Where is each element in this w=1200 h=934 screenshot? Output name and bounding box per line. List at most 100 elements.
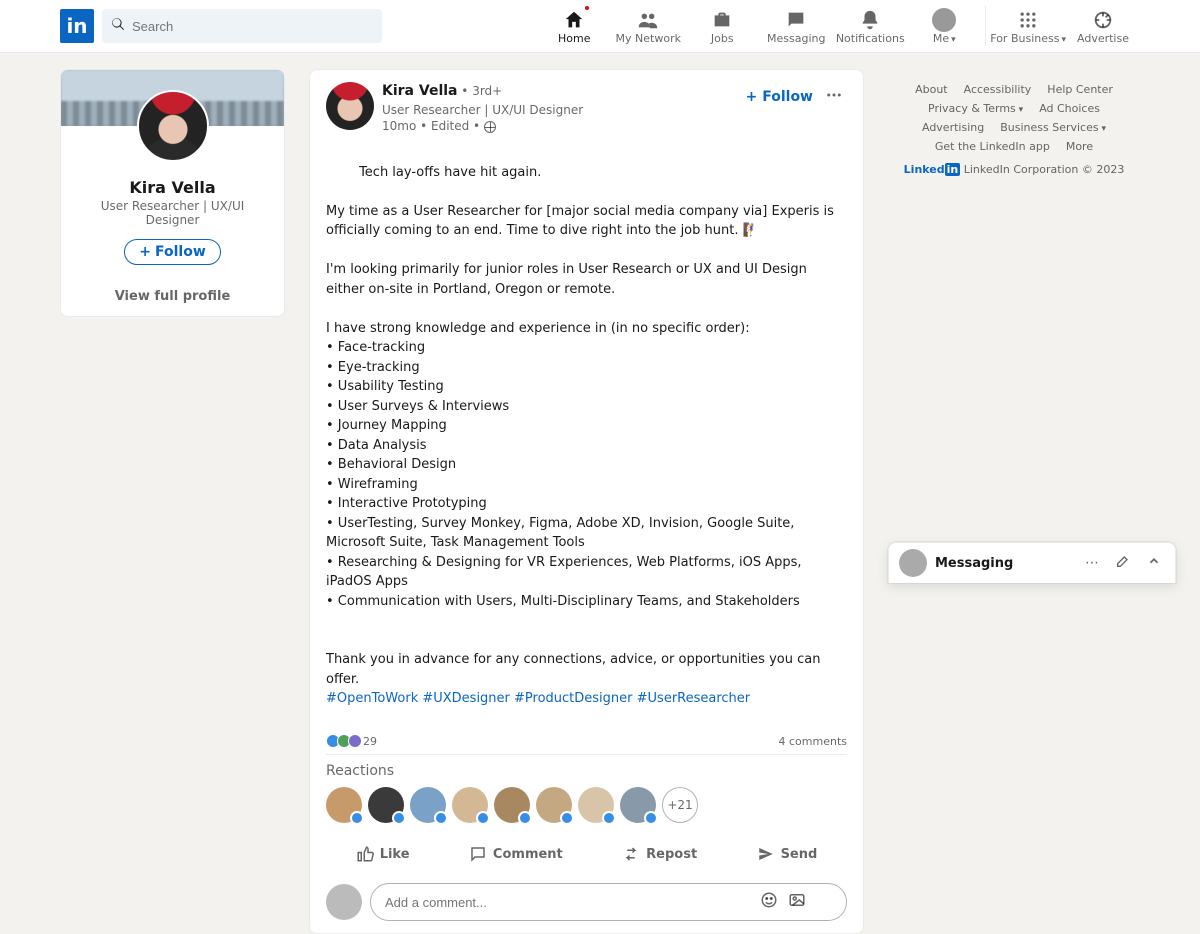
footer-business-services[interactable]: Business Services <box>1000 121 1106 134</box>
me-comment-avatar <box>326 884 362 920</box>
search-icon <box>110 16 132 36</box>
nav-home[interactable]: Home <box>537 0 611 52</box>
search-input[interactable] <box>132 19 374 34</box>
repost-icon <box>622 845 640 863</box>
messaging-bar[interactable]: Messaging ⋯ <box>888 542 1176 583</box>
footer-advertising[interactable]: Advertising <box>922 121 984 134</box>
reactor-avatar[interactable] <box>410 787 446 823</box>
footer-get-app[interactable]: Get the LinkedIn app <box>935 140 1050 153</box>
comment-button[interactable]: Comment <box>459 837 573 871</box>
reactor-avatar[interactable] <box>368 787 404 823</box>
nav-divider <box>985 6 986 46</box>
reaction-badge-icon <box>392 811 406 825</box>
emoji-icon[interactable] <box>760 891 778 913</box>
reaction-badge-icon <box>350 811 364 825</box>
reactor-avatar[interactable] <box>578 787 614 823</box>
reaction-badge-icon <box>560 811 574 825</box>
profile-name[interactable]: Kira Vella <box>73 178 272 197</box>
nav-me-label: Me <box>933 32 956 45</box>
nav-messaging[interactable]: Messaging <box>759 0 833 52</box>
comment-input[interactable] <box>385 895 760 910</box>
nav-notifications-label: Notifications <box>836 32 905 45</box>
briefcase-icon <box>710 8 734 32</box>
reaction-count: 29 <box>363 735 377 748</box>
reaction-badge-icon <box>602 811 616 825</box>
footer-help[interactable]: Help Center <box>1047 83 1113 96</box>
send-label: Send <box>781 847 818 862</box>
like-button[interactable]: Like <box>346 837 420 871</box>
message-icon <box>784 8 808 32</box>
like-label: Like <box>380 847 410 862</box>
comment-input-wrap[interactable] <box>370 883 847 921</box>
comments-count[interactable]: 4 comments <box>779 735 848 748</box>
nav-business[interactable]: For Business <box>990 0 1066 52</box>
nav-notifications[interactable]: Notifications <box>833 0 907 52</box>
me-avatar-icon <box>932 8 956 32</box>
footer-privacy[interactable]: Privacy & Terms <box>928 102 1023 115</box>
messaging-title: Messaging <box>935 556 1073 571</box>
reactor-avatar[interactable] <box>452 787 488 823</box>
home-badge <box>583 4 591 12</box>
post-action-bar: Like Comment Repost Send <box>326 833 847 875</box>
nav-home-label: Home <box>558 32 590 45</box>
post-author-headline: User Researcher | UX/UI Designer <box>382 102 738 119</box>
thumbs-up-icon <box>356 845 374 863</box>
follow-button[interactable]: + Follow <box>124 239 221 265</box>
reactor-avatar[interactable] <box>620 787 656 823</box>
nav-jobs[interactable]: Jobs <box>685 0 759 52</box>
footer-adchoices[interactable]: Ad Choices <box>1039 102 1100 115</box>
nav-advertise-label: Advertise <box>1077 32 1129 45</box>
plus-icon: + <box>139 244 151 260</box>
comment-icon <box>469 845 487 863</box>
repost-button[interactable]: Repost <box>612 837 707 871</box>
grid-icon <box>1016 8 1040 32</box>
reaction-badge-icon <box>476 811 490 825</box>
post-timestamp: 10mo • Edited • <box>382 119 484 133</box>
view-full-profile[interactable]: View full profile <box>61 277 284 316</box>
linkedin-logo[interactable]: in <box>60 9 94 43</box>
nav-items: Home My Network Jobs Messaging Notificat… <box>537 0 1140 52</box>
nav-me[interactable]: Me <box>907 0 981 52</box>
profile-card: Kira Vella User Researcher | UX/UI Desig… <box>60 69 285 317</box>
chevron-up-icon[interactable] <box>1143 552 1165 574</box>
send-icon <box>757 845 775 863</box>
post: Kira Vella • 3rd+ User Researcher | UX/U… <box>309 69 864 934</box>
profile-avatar[interactable] <box>137 90 209 162</box>
home-icon <box>562 8 586 32</box>
messaging-overflow[interactable]: ⋯ <box>1081 553 1103 573</box>
nav-business-label: For Business <box>990 32 1066 45</box>
reaction-summary[interactable]: 29 <box>326 734 377 748</box>
nav-network-label: My Network <box>616 32 681 45</box>
footer-more[interactable]: More <box>1066 140 1093 153</box>
image-icon[interactable] <box>788 891 806 913</box>
post-body: Tech lay-offs have hit again. My time as… <box>326 143 847 728</box>
more-reactions-button[interactable]: +21 <box>662 787 698 823</box>
post-author-name[interactable]: Kira Vella <box>382 83 457 99</box>
reactor-avatar[interactable] <box>536 787 572 823</box>
footer-links: About Accessibility Help Center Privacy … <box>888 69 1140 190</box>
reaction-badge-icon <box>644 811 658 825</box>
post-degree: • 3rd+ <box>457 84 502 98</box>
send-button[interactable]: Send <box>747 837 828 871</box>
messaging-avatar-icon <box>899 549 927 577</box>
target-icon <box>1091 8 1115 32</box>
reactor-avatar[interactable] <box>326 787 362 823</box>
footer-accessibility[interactable]: Accessibility <box>964 83 1032 96</box>
post-overflow-button[interactable] <box>821 82 847 112</box>
nav-jobs-label: Jobs <box>711 32 734 45</box>
compose-icon[interactable] <box>1111 551 1135 575</box>
reaction-icons <box>326 734 359 748</box>
reaction-badge-icon <box>518 811 532 825</box>
nav-network[interactable]: My Network <box>611 0 685 52</box>
post-author-avatar[interactable] <box>326 82 374 130</box>
people-icon <box>636 8 660 32</box>
reactor-avatar[interactable] <box>494 787 530 823</box>
footer-about[interactable]: About <box>915 83 948 96</box>
reactions-row: +21 <box>326 787 847 823</box>
top-nav: in Home My Network Jobs Messa <box>0 0 1200 53</box>
nav-advertise[interactable]: Advertise <box>1066 0 1140 52</box>
follow-inline-button[interactable]: + Follow <box>746 89 813 105</box>
post-hashtags[interactable]: #OpenToWork #UXDesigner #ProductDesigner… <box>326 691 750 706</box>
search-box[interactable] <box>102 9 382 43</box>
reaction-badge-icon <box>434 811 448 825</box>
